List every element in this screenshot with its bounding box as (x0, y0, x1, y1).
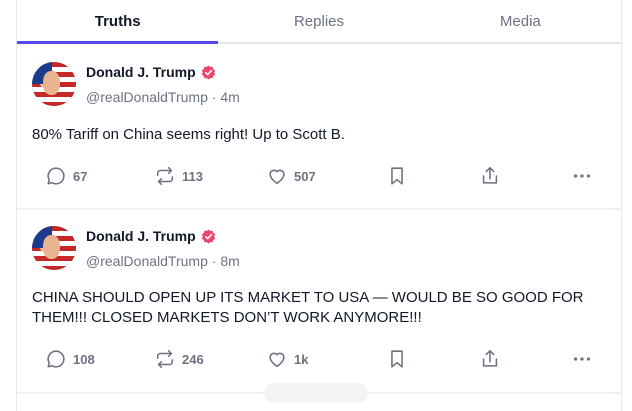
feed-column: Truths Replies Media Donald J. Trump @re… (16, 0, 622, 411)
tab-media[interactable]: Media (420, 0, 621, 42)
post-time[interactable]: 8m (220, 253, 239, 269)
retruth-count: 246 (182, 351, 204, 367)
heart-icon (269, 352, 285, 368)
like-button[interactable]: 507 (266, 164, 316, 188)
post-actions: 108 246 1k (17, 347, 621, 371)
reply-count: 67 (73, 168, 88, 184)
share-icon (482, 349, 498, 367)
avatar[interactable] (32, 226, 76, 270)
meta-separator: · (207, 89, 221, 105)
verified-badge-icon (201, 229, 215, 243)
retruth-button[interactable]: 246 (154, 347, 204, 371)
author-handle[interactable]: @realDonaldTrump (86, 253, 208, 269)
retruth-icon (156, 166, 174, 186)
watermark-overlay (264, 383, 368, 403)
share-button[interactable] (479, 164, 501, 188)
avatar[interactable] (32, 62, 76, 106)
author-name[interactable]: Donald J. Trump (86, 228, 196, 244)
author-name[interactable]: Donald J. Trump (86, 64, 196, 80)
profile-tabs: Truths Replies Media (17, 0, 621, 44)
post-actions: 67 113 507 (17, 164, 621, 188)
retruth-icon (156, 349, 174, 369)
share-button[interactable] (479, 347, 501, 371)
like-count: 507 (294, 168, 316, 184)
tab-replies[interactable]: Replies (218, 0, 419, 42)
share-icon (482, 166, 498, 184)
verified-badge-icon (201, 65, 215, 79)
reply-icon (47, 167, 65, 185)
tab-truths[interactable]: Truths (17, 0, 219, 44)
more-icon (573, 357, 591, 361)
post-card[interactable]: Donald J. Trump @realDonaldTrump · 4m 80… (17, 46, 621, 208)
more-options-button[interactable] (571, 347, 593, 371)
meta-separator: · (207, 253, 221, 269)
reply-count: 108 (73, 351, 95, 367)
reply-icon (47, 350, 65, 368)
bookmark-icon (391, 167, 403, 185)
post-card[interactable]: Donald J. Trump @realDonaldTrump · 8m CH… (17, 210, 621, 392)
retruth-count: 113 (182, 168, 203, 184)
reply-button[interactable]: 67 (45, 164, 87, 188)
bookmark-button[interactable] (386, 164, 408, 188)
author-handle[interactable]: @realDonaldTrump (86, 89, 208, 105)
post-text: 80% Tariff on China seems right! Up to S… (32, 126, 345, 143)
like-button[interactable]: 1k (266, 347, 308, 371)
more-icon (573, 174, 591, 178)
post-time[interactable]: 4m (220, 89, 239, 105)
heart-icon (269, 169, 285, 185)
like-count: 1k (294, 351, 309, 367)
bookmark-icon (391, 350, 403, 368)
retruth-button[interactable]: 113 (154, 164, 203, 188)
reply-button[interactable]: 108 (45, 347, 95, 371)
bookmark-button[interactable] (386, 347, 408, 371)
post-text: CHINA SHOULD OPEN UP ITS MARKET TO USA —… (32, 289, 584, 326)
more-options-button[interactable] (571, 164, 593, 188)
